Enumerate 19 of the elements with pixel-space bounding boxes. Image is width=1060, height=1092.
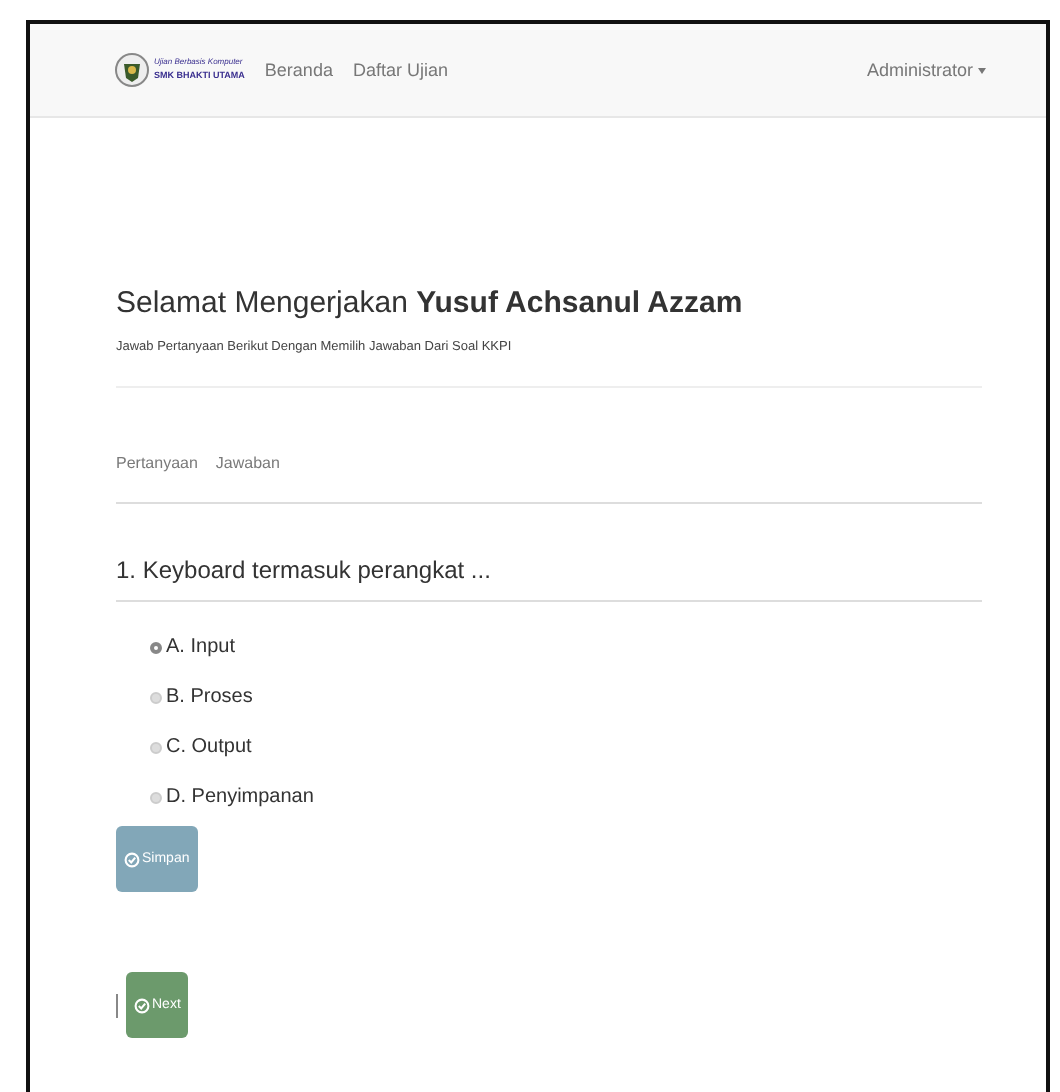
radio-button[interactable] <box>150 791 162 803</box>
nav-link[interactable]: Daftar Ujian <box>352 60 448 80</box>
caret-icon <box>978 68 986 75</box>
emblem-icon <box>114 50 150 90</box>
greeting-heading: Selamat Mengerjakan Yusuf Achsanul Azzam <box>116 286 745 320</box>
option-label[interactable]: D. Penyimpanan <box>166 786 314 808</box>
option-label[interactable]: C. Output <box>166 736 252 758</box>
question-text: 1. Keyboard termasuk perangkat ... <box>116 554 493 588</box>
option-label[interactable]: A. Input <box>166 636 235 658</box>
radio-button[interactable] <box>150 691 162 703</box>
tab[interactable]: Jawaban <box>215 446 290 472</box>
user-menu[interactable]: Administrator <box>866 60 986 80</box>
tab[interactable]: Pertanyaan <box>116 446 208 472</box>
check-circle-icon <box>134 997 150 1013</box>
check-circle-icon <box>124 851 140 867</box>
option-label[interactable]: B. Proses <box>166 686 253 708</box>
radio-button[interactable] <box>150 641 162 653</box>
nav-link[interactable]: Beranda <box>264 60 333 80</box>
radio-button[interactable] <box>150 741 162 753</box>
